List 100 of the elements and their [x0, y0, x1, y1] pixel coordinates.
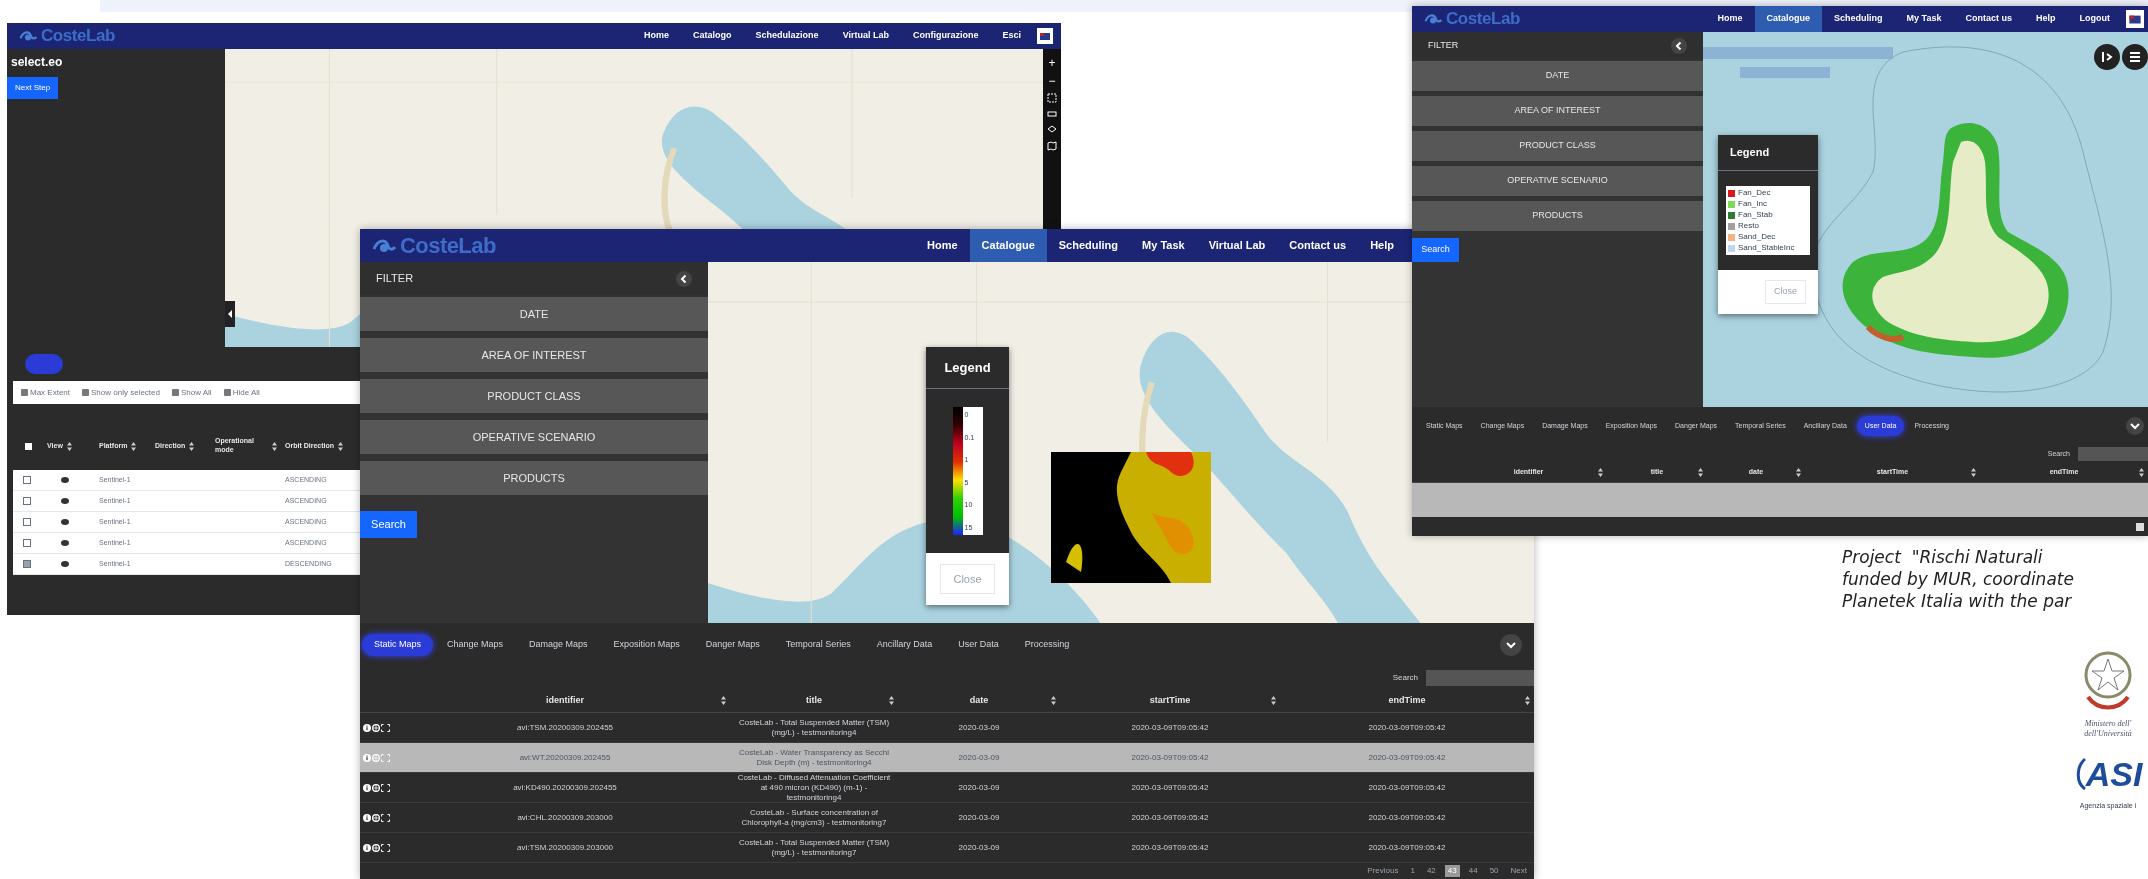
nav-link[interactable]: Virtual Lab	[830, 23, 901, 49]
tab[interactable]: Processing	[1012, 634, 1082, 656]
tab[interactable]: Exposition Maps	[601, 634, 692, 656]
collapse-icon[interactable]	[1671, 37, 1687, 54]
sort-icon[interactable]	[272, 441, 277, 451]
tab[interactable]: Danger Maps	[693, 634, 772, 656]
column-header[interactable]: endTime	[1388, 693, 1426, 708]
sort-icon[interactable]	[1271, 696, 1276, 705]
sort-icon[interactable]	[889, 696, 894, 705]
ruler-icon[interactable]	[1047, 109, 1057, 119]
extent-icon[interactable]	[1047, 93, 1057, 103]
info-icon[interactable]	[363, 843, 371, 852]
filter-item[interactable]: OPERATIVE SCENARIO	[360, 420, 708, 454]
expand-icon[interactable]	[381, 784, 390, 792]
nav-link[interactable]: Schedulazione	[743, 23, 831, 49]
nav-link[interactable]: Catalogue	[1754, 6, 1823, 32]
sort-icon[interactable]	[338, 441, 343, 451]
pagination-link[interactable]: 44	[1465, 865, 1481, 877]
select-all-checkbox[interactable]	[25, 442, 32, 450]
info-icon[interactable]	[363, 784, 371, 792]
column-header[interactable]: date	[969, 693, 989, 708]
eye-icon[interactable]	[61, 540, 69, 546]
collapse-handle-icon[interactable]	[225, 301, 235, 327]
next-step-button[interactable]: Next Step	[7, 77, 59, 99]
nav-link[interactable]: Scheduling	[1046, 229, 1131, 262]
column-header[interactable]: startTime	[1149, 693, 1191, 708]
info-icon[interactable]	[363, 723, 371, 732]
tab[interactable]: Static Maps	[362, 634, 434, 656]
row-checkbox[interactable]	[23, 476, 31, 484]
sort-icon[interactable]	[1598, 468, 1603, 477]
sort-icon[interactable]	[1698, 468, 1703, 477]
nav-link[interactable]: My Task	[1130, 229, 1197, 262]
table-row[interactable]: avi:TSM.20200309.203000 CosteLab - Total Suspended Matter (TSM) (mg/L) - testmonitoring7 2020-03-09 2020-03-09T09:05:42 2020-03-09T09:05:42	[360, 833, 1534, 863]
tool-icon[interactable]	[2094, 44, 2120, 70]
nav-link[interactable]: Help	[2024, 6, 2068, 32]
table-row[interactable]: avi:CHL.20200309.203000 CosteLab - Surface concentration of Chlorophyll-a (mg/cm3) - testmonitoring7 2020-03-09 2020-03-09T09:05:42 2020-03-09T09:05:42	[360, 803, 1534, 833]
globe-icon[interactable]	[372, 784, 380, 792]
tab[interactable]: Temporal Series	[773, 634, 863, 656]
globe-icon[interactable]	[372, 813, 380, 822]
nav-link[interactable]: My Task	[1894, 6, 1954, 32]
filter-item[interactable]: PRODUCTS	[1412, 201, 1703, 231]
page-indicator[interactable]	[2136, 522, 2144, 531]
zoom-control[interactable]: −	[1048, 75, 1056, 87]
sort-icon[interactable]	[1525, 696, 1530, 705]
sort-icon[interactable]	[189, 441, 195, 451]
nav-link[interactable]: Home	[632, 23, 682, 49]
row-checkbox[interactable]	[23, 539, 31, 547]
toolbar-button[interactable]: Max Extent	[21, 386, 70, 399]
map-icon[interactable]	[1047, 141, 1057, 151]
nav-link[interactable]: Scheduling	[1822, 6, 1895, 32]
nav-link[interactable]: Contact us	[1953, 6, 2024, 32]
tab[interactable]: User Data	[946, 634, 1011, 656]
table-row[interactable]: avi:KD490.20200309.202455 CosteLab - Diffused Attenuation Coefficient at 490 micron (KD490) (m-1) - testmonitoring4 2020-03-09 2020-03-09T09:05:42 2020-03-09T09:05:42	[360, 773, 1534, 803]
toolbar-button[interactable]: Hide All	[223, 386, 260, 399]
sort-icon[interactable]	[721, 696, 726, 705]
sort-icon[interactable]	[66, 441, 72, 451]
nav-link[interactable]: Catalogue	[969, 229, 1047, 262]
eye-icon[interactable]	[61, 519, 69, 525]
row-checkbox[interactable]	[23, 497, 31, 505]
collapse-icon[interactable]	[676, 270, 692, 287]
eye-icon[interactable]	[61, 561, 69, 567]
expand-icon[interactable]	[381, 843, 390, 852]
globe-icon[interactable]	[372, 843, 380, 852]
sort-icon[interactable]	[1796, 468, 1801, 477]
toolbar-button[interactable]: Show All	[171, 386, 212, 399]
nav-link[interactable]: Logout	[2067, 6, 2122, 32]
tab[interactable]: Change Maps	[435, 634, 516, 656]
zoom-control[interactable]: +	[1048, 57, 1056, 69]
filter-item[interactable]: DATE	[360, 297, 708, 331]
table-row[interactable]: avi:TSM.20200309.202455 CosteLab - Total Suspended Matter (TSM) (mg/L) - testmonitoring4 2020-03-09 2020-03-09T09:05:42 2020-03-09T09:05:42	[360, 713, 1534, 743]
pagination-link[interactable]: 42	[1423, 865, 1439, 877]
eye-icon[interactable]	[61, 498, 69, 504]
sort-icon[interactable]	[1971, 468, 1976, 477]
tab[interactable]: Ancillary Data	[864, 634, 945, 656]
nav-link[interactable]: Configurazione	[901, 23, 991, 49]
row-checkbox[interactable]	[23, 518, 31, 526]
filter-item[interactable]: PRODUCT CLASS	[360, 379, 708, 413]
pagination-link[interactable]: Previous	[1364, 865, 1402, 877]
nav-link[interactable]: Virtual Lab	[1196, 229, 1278, 262]
expand-button[interactable]	[1500, 634, 1522, 656]
pagination-link[interactable]: 50	[1486, 865, 1502, 877]
filter-item[interactable]: OPERATIVE SCENARIO	[1412, 166, 1703, 196]
nav-link[interactable]: Contact us	[1277, 229, 1359, 262]
search-button[interactable]: Search	[1412, 238, 1459, 262]
eye-icon[interactable]	[61, 477, 69, 483]
globe-icon[interactable]	[372, 723, 380, 732]
filter-item[interactable]: PRODUCTS	[360, 461, 708, 495]
tab[interactable]: Damage Maps	[517, 634, 600, 656]
expand-icon[interactable]	[381, 813, 390, 822]
sort-icon[interactable]	[1051, 696, 1056, 705]
pagination-link[interactable]: 1	[1407, 865, 1418, 877]
nav-link[interactable]: Home	[915, 229, 970, 262]
flag-icon[interactable]	[2126, 10, 2144, 28]
sort-icon[interactable]	[2139, 468, 2144, 477]
search-button[interactable]: Search	[360, 511, 417, 538]
pagination-link[interactable]: Next	[1507, 865, 1530, 877]
info-icon[interactable]	[363, 813, 371, 822]
filter-item[interactable]: AREA OF INTEREST	[360, 338, 708, 372]
nav-link[interactable]: Esci	[990, 23, 1033, 49]
search-field[interactable]	[1426, 670, 1534, 686]
